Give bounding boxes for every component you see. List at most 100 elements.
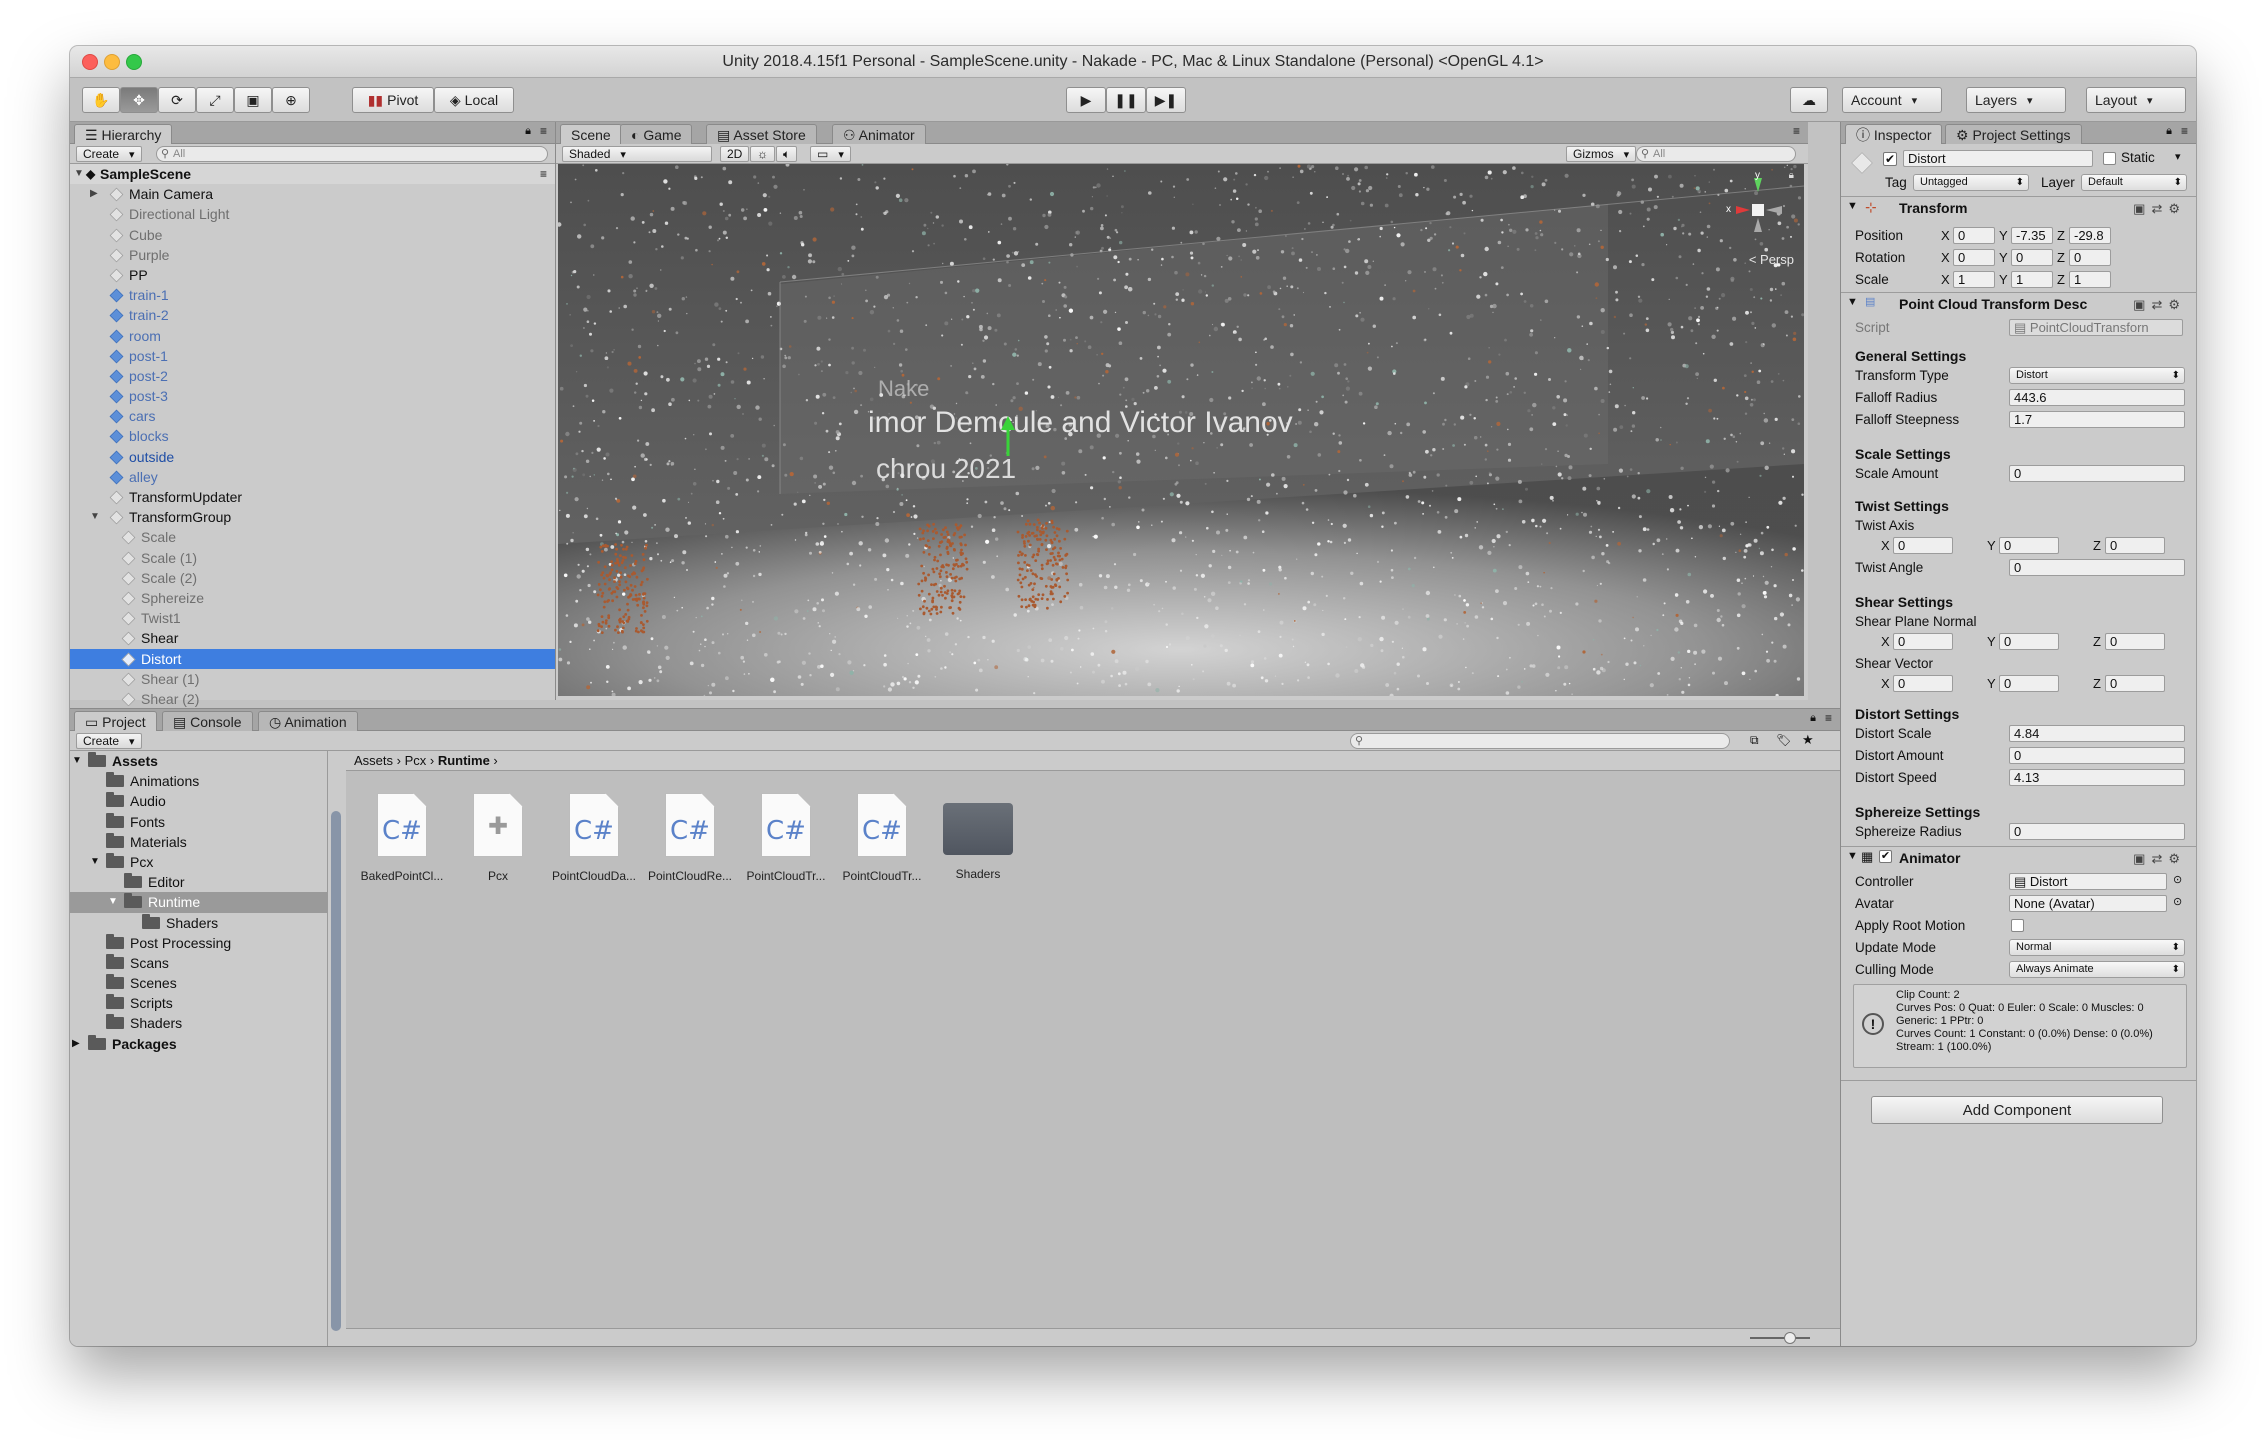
axis-z-field[interactable]: 0 [2105, 537, 2165, 554]
axis-y-field[interactable]: 0 [1999, 675, 2059, 692]
foldout-arrow-icon[interactable]: ▼ [1847, 200, 1858, 212]
axis-z-field[interactable]: -29.8 [2069, 227, 2111, 244]
local-toggle[interactable]: ◈ Local [434, 87, 514, 113]
expand-arrow-icon[interactable]: ▶ [72, 1034, 80, 1054]
update-mode-dropdown[interactable]: Normal [2009, 939, 2185, 956]
lighting-toggle[interactable]: ☼ [750, 146, 775, 162]
expand-arrow-icon[interactable]: ▶ [90, 184, 98, 204]
hierarchy-item[interactable]: Twist1 [70, 608, 555, 628]
hierarchy-item[interactable]: post-1 [70, 346, 555, 366]
tab-inspector[interactable]: ⓘ Inspector [1845, 124, 1943, 144]
hierarchy-item[interactable]: blocks [70, 426, 555, 446]
hierarchy-item[interactable]: outside [70, 447, 555, 467]
hierarchy-item[interactable]: Scale (2) [70, 568, 555, 588]
transform-type-dropdown[interactable]: Distort [2009, 367, 2185, 384]
2d-toggle[interactable]: 2D [720, 146, 750, 162]
tab-animation[interactable]: ◷ Animation [258, 711, 358, 731]
twist-angle-field[interactable]: 0 [2009, 559, 2185, 576]
axis-x-field[interactable]: 0 [1893, 633, 1953, 650]
axis-y-field[interactable]: -7.35 [2011, 227, 2053, 244]
pause-button[interactable]: ❚❚ [1106, 87, 1146, 113]
folder-tree-item[interactable]: Scripts [70, 993, 327, 1013]
folder-tree-item[interactable]: Post Processing [70, 933, 327, 953]
component-header-icons[interactable]: ▣⇄⚙ [2133, 297, 2186, 313]
script-field[interactable]: ▤ PointCloudTransforn [2009, 319, 2183, 336]
hierarchy-item[interactable]: Distort [70, 648, 555, 669]
folder-tree-item[interactable]: Scans [70, 953, 327, 973]
tag-dropdown[interactable]: Untagged [1913, 174, 2029, 191]
static-dropdown-icon[interactable]: ▾ [2175, 150, 2181, 163]
active-checkbox[interactable]: ✔ [1883, 152, 1897, 166]
hierarchy-item[interactable]: Purple [70, 245, 555, 265]
add-component-button[interactable]: Add Component [1871, 1096, 2163, 1124]
folder-tree-item[interactable]: ▼ Assets [70, 751, 327, 771]
distort-scale-field[interactable]: 4.84 [2009, 725, 2185, 742]
apply-root-motion-checkbox[interactable] [2011, 919, 2024, 932]
asset-item[interactable]: C# PointCloudTr... [738, 793, 834, 883]
tab-animator[interactable]: ⚇ Animator [832, 124, 926, 144]
rect-tool-button[interactable]: ▣ [234, 87, 272, 113]
tab-console[interactable]: ▤ Console [162, 711, 253, 731]
lock-icon[interactable]: 🔒︎ [1810, 712, 1816, 725]
hand-tool-button[interactable]: ✋ [82, 87, 120, 113]
lock-icon[interactable]: 🔒︎ [2166, 125, 2172, 138]
scene-viewport[interactable]: imor Demcule and Victor Ivanov chrou 202… [558, 164, 1804, 696]
breadcrumb-item[interactable]: Pcx [405, 753, 427, 768]
project-create-dropdown[interactable]: Create [76, 733, 142, 749]
animator-header[interactable]: ▼ ▦ ✔ Animator ▣⇄⚙ [1841, 846, 2196, 868]
step-button[interactable]: ▶❚ [1146, 87, 1186, 113]
scale-amount-field[interactable]: 0 [2009, 465, 2185, 482]
asset-item[interactable]: C# PointCloudDa... [546, 793, 642, 883]
axis-y-field[interactable]: 0 [1999, 633, 2059, 650]
object-name-field[interactable]: Distort [1903, 150, 2093, 167]
scale-tool-button[interactable]: ⤢ [196, 87, 234, 113]
expand-arrow-icon[interactable]: ▼ [108, 892, 118, 912]
axis-y-field[interactable]: 0 [2011, 249, 2053, 266]
controller-field[interactable]: ▤ Distort [2009, 873, 2167, 890]
tab-asset-store[interactable]: ▤ Asset Store [706, 124, 817, 144]
hierarchy-item[interactable]: alley [70, 467, 555, 487]
folder-tree-item[interactable]: Shaders [70, 1013, 327, 1033]
axis-x-field[interactable]: 1 [1953, 271, 1995, 288]
axis-z-field[interactable]: 0 [2105, 675, 2165, 692]
hierarchy-item[interactable]: TransformUpdater [70, 487, 555, 507]
axis-x-field[interactable]: 0 [1953, 249, 1995, 266]
tab-game[interactable]: ◐ Game [620, 124, 693, 144]
layout-dropdown[interactable]: Layout [2086, 87, 2186, 113]
icon-size-slider[interactable] [1750, 1332, 1810, 1344]
asset-item[interactable]: Shaders [930, 793, 1026, 881]
folder-tree-item[interactable]: Materials [70, 832, 327, 852]
foldout-arrow-icon[interactable]: ▼ [1847, 850, 1858, 862]
object-picker-icon[interactable]: ⊙ [2173, 895, 2182, 908]
play-button[interactable]: ▶ [1066, 87, 1106, 113]
folder-tree-item[interactable]: Fonts [70, 812, 327, 832]
folder-tree-item[interactable]: ▶ Packages [70, 1034, 327, 1054]
culling-mode-dropdown[interactable]: Always Animate [2009, 961, 2185, 978]
component-header-icons[interactable]: ▣⇄⚙ [2133, 201, 2186, 217]
scene-search-input[interactable]: All [1636, 146, 1796, 162]
animator-enabled-checkbox[interactable]: ✔ [1879, 850, 1892, 863]
slider-thumb[interactable] [1784, 1332, 1796, 1344]
scrollbar-thumb[interactable] [331, 811, 341, 1331]
distort-speed-field[interactable]: 4.13 [2009, 769, 2185, 786]
axis-z-field[interactable]: 0 [2069, 249, 2111, 266]
cloud-button[interactable]: ☁ [1790, 87, 1828, 113]
axis-z-field[interactable]: 1 [2069, 271, 2111, 288]
asset-item[interactable]: C# PointCloudTr... [834, 793, 930, 883]
hierarchy-item[interactable]: Cube [70, 225, 555, 245]
layers-dropdown[interactable]: Layers [1966, 87, 2066, 113]
scene-root[interactable]: ▼ ◆ SampleScene ≡ [70, 164, 555, 185]
distort-amount-field[interactable]: 0 [2009, 747, 2185, 764]
hierarchy-item[interactable]: Directional Light [70, 204, 555, 224]
pctd-header[interactable]: ▼ ▤ Point Cloud Transform Desc ▣⇄⚙ [1841, 292, 2196, 314]
hierarchy-item[interactable]: train-2 [70, 305, 555, 325]
axis-z-field[interactable]: 0 [2105, 633, 2165, 650]
component-header-icons[interactable]: ▣⇄⚙ [2133, 851, 2186, 867]
transform-tool-button[interactable]: ⊕ [272, 87, 310, 113]
axis-x-field[interactable]: 0 [1893, 675, 1953, 692]
folder-tree-item[interactable]: Editor [70, 872, 327, 892]
asset-item[interactable]: C# PointCloudRe... [642, 793, 738, 883]
hierarchy-item[interactable]: ▼ TransformGroup [70, 507, 555, 527]
expand-arrow-icon[interactable]: ▼ [74, 164, 84, 184]
tree-scrollbar[interactable] [328, 751, 344, 1346]
